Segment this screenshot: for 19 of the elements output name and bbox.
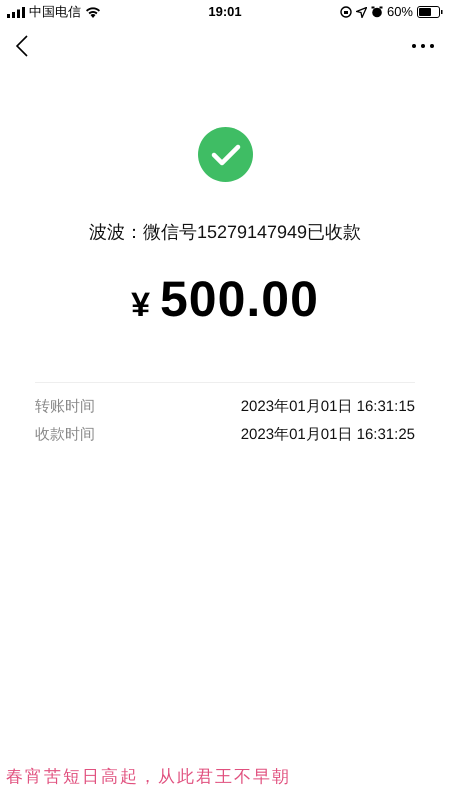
battery-icon [417,6,443,18]
detail-label: 转账时间 [35,397,95,417]
battery-percent: 60% [386,3,413,22]
signal-icon [7,6,25,18]
caption-text: 春宵苦短日高起，从此君王不早朝 [6,766,291,786]
currency-symbol: ¥ [131,285,150,326]
location-icon [356,6,367,18]
rotation-lock-icon [340,6,352,18]
more-button[interactable] [412,42,434,50]
detail-value: 2023年01月01日 16:31:15 [240,397,415,417]
success-check-icon [198,127,252,182]
detail-value: 2023年01月01日 16:31:25 [240,425,415,445]
carrier-name: 中国电信 [29,3,81,22]
status-time: 19:01 [208,3,242,22]
amount-text: 500.00 [160,270,319,329]
wifi-icon [85,6,101,18]
detail-label: 收款时间 [35,425,95,445]
alarm-icon [370,6,383,18]
payee-status-text: 波波：微信号15279147949已收款 [88,221,362,244]
